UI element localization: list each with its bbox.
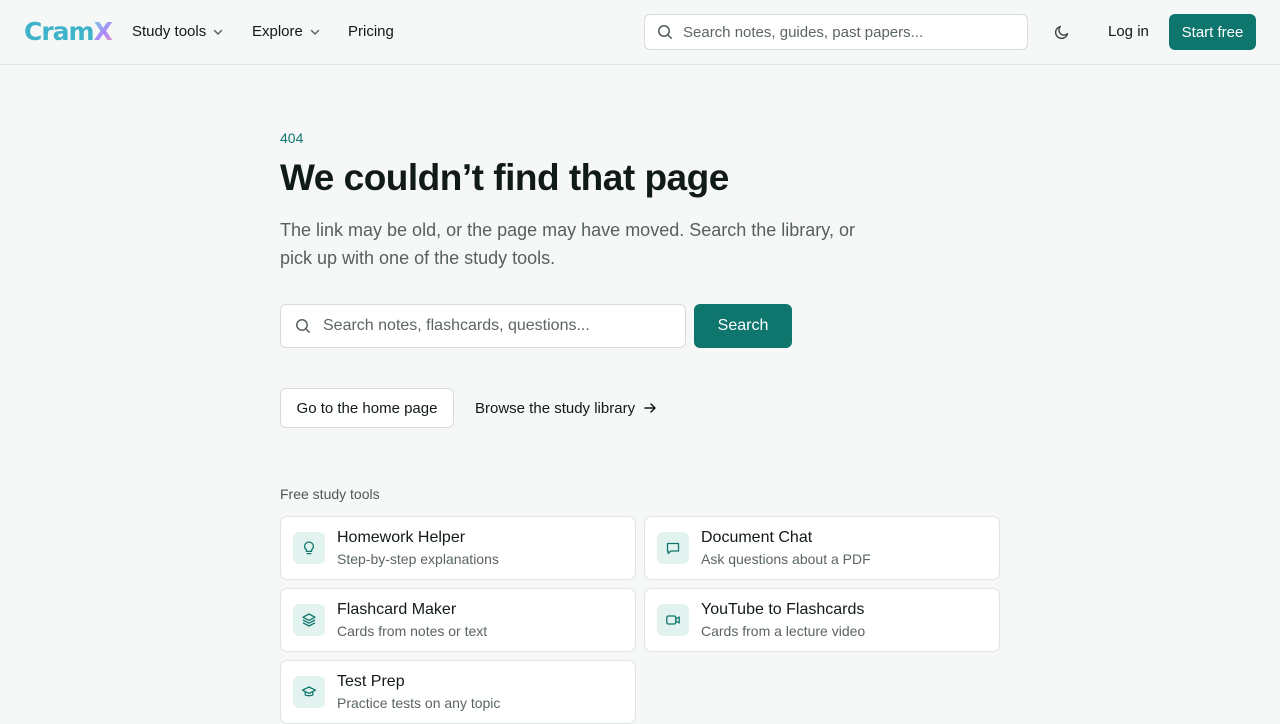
browse-library-link[interactable]: Browse the study library — [475, 388, 657, 428]
tool-title: Document Chat — [701, 529, 813, 546]
tool-card-flashcard-maker[interactable]: Flashcard Maker Cards from notes or text — [280, 588, 636, 652]
library-search — [280, 304, 686, 348]
tool-title: YouTube to Flashcards — [701, 601, 865, 618]
tool-subtitle: Step-by-step explanations — [337, 551, 499, 567]
arrow-right-icon — [644, 403, 656, 413]
nav-study-tools[interactable]: Study tools — [132, 21, 224, 43]
chevron-down-icon — [310, 29, 320, 35]
tool-card-youtube-to-flashcards[interactable]: YouTube to Flashcards Cards from a lectu… — [644, 588, 1000, 652]
nav-explore[interactable]: Explore — [252, 21, 321, 43]
tools-section-label: Free study tools — [280, 486, 380, 502]
chat-icon — [657, 532, 689, 564]
graduation-cap-icon — [293, 676, 325, 708]
tool-card-document-chat[interactable]: Document Chat Ask questions about a PDF — [644, 516, 1000, 580]
search-icon — [296, 319, 310, 333]
tool-title: Homework Helper — [337, 529, 466, 546]
tool-title: Test Prep — [337, 673, 405, 690]
tool-subtitle: Practice tests on any topic — [337, 695, 501, 711]
search-icon — [658, 25, 672, 39]
login-link[interactable]: Log in — [1108, 21, 1149, 43]
header-search-input[interactable] — [683, 23, 1003, 41]
page-title: We couldn’t find that page — [280, 157, 729, 198]
logo-text-main: Cram — [24, 17, 95, 46]
moon-icon — [1054, 25, 1069, 40]
logo-text-x: X — [93, 17, 113, 46]
start-free-button[interactable]: Start free — [1169, 14, 1256, 50]
tool-subtitle: Cards from notes or text — [337, 623, 488, 639]
nav-study-tools-label: Study tools — [132, 23, 207, 40]
layers-icon — [293, 604, 325, 636]
search-button[interactable]: Search — [694, 304, 792, 348]
home-page-button[interactable]: Go to the home page — [280, 388, 454, 428]
site-header: CramX Study tools Explore Pricing Log in… — [0, 0, 1280, 65]
header-search — [644, 14, 1028, 50]
page-description: The link may be old, or the page may hav… — [280, 220, 855, 268]
tool-subtitle: Ask questions about a PDF — [701, 551, 871, 567]
theme-toggle-button[interactable] — [1046, 16, 1078, 48]
browse-library-label: Browse the study library — [475, 399, 636, 417]
nav-explore-label: Explore — [252, 23, 303, 40]
nav-pricing[interactable]: Pricing — [348, 21, 394, 43]
video-icon — [657, 604, 689, 636]
logo[interactable]: CramX — [24, 16, 113, 48]
tool-subtitle: Cards from a lecture video — [701, 623, 866, 639]
tool-card-homework-helper[interactable]: Homework Helper Step-by-step explanation… — [280, 516, 636, 580]
chevron-down-icon — [213, 29, 223, 35]
lightbulb-icon — [293, 532, 325, 564]
tool-title: Flashcard Maker — [337, 601, 457, 618]
error-code: 404 — [280, 130, 304, 146]
nav-pricing-label: Pricing — [348, 23, 394, 40]
library-search-input[interactable] — [323, 317, 663, 335]
tool-card-test-prep[interactable]: Test Prep Practice tests on any topic — [280, 660, 636, 724]
